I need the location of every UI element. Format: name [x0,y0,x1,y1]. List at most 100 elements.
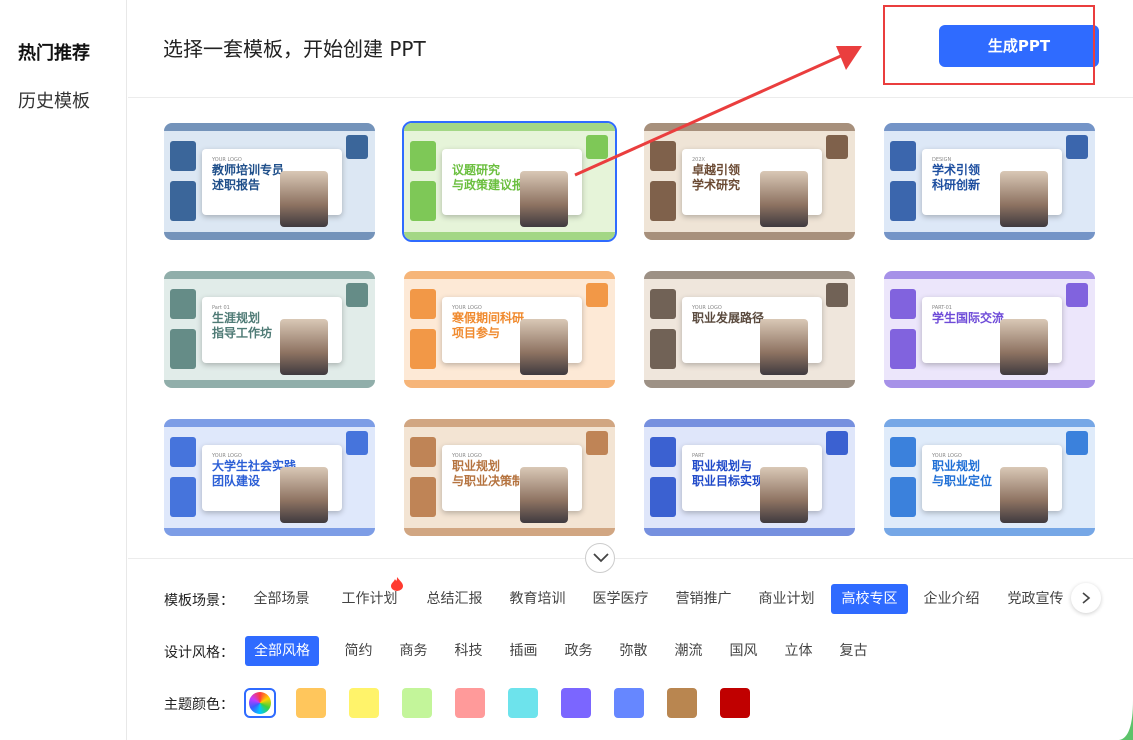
thumbnail-stripe [884,528,1095,536]
template-card[interactable]: YOUR LOGO 教师培训专员 述职报告 [164,123,375,240]
thumbnail-block [826,283,848,307]
color-swatch[interactable] [614,688,644,718]
style-tag[interactable]: 全部风格 [245,636,319,666]
scene-tag[interactable]: 全部场景 [244,584,319,614]
template-thumbnail: YOUR LOGO 职业发展路径 [644,271,855,388]
style-tag[interactable]: 商务 [386,636,441,666]
scene-tag[interactable]: 企业介绍 [914,584,989,614]
template-card[interactable]: YOUR LOGO 职业规划 与职业定位 [884,419,1095,536]
scene-filter-label: 模板场景： [164,593,234,609]
thumbnail-title-panel: YOUR LOGO 职业规划 与职业决策制定 [442,445,582,523]
scene-tag[interactable]: 教育培训 [500,584,575,614]
scene-tag[interactable]: 商业计划 [749,584,824,614]
thumbnail-stripe [404,380,615,388]
thumbnail-block [890,289,916,319]
color-swatch[interactable] [349,688,379,718]
color-swatch[interactable] [508,688,538,718]
thumbnail-stripe [404,232,615,240]
color-swatch[interactable] [561,688,591,718]
style-tag[interactable]: 国风 [716,636,771,666]
style-tag[interactable]: 插画 [496,636,551,666]
template-thumbnail: YOUR LOGO 教师培训专员 述职报告 [164,123,375,240]
color-filter-row: 主题颜色： [164,688,1133,718]
scene-tag[interactable]: 医学医疗 [583,584,658,614]
thumbnail-title-panel: YOUR LOGO 职业规划 与职业定位 [922,445,1062,523]
thumbnail-block [586,283,608,307]
thumbnail-title-panel: 202X 卓越引领 学术研究 [682,149,822,227]
style-tag[interactable]: 科技 [441,636,496,666]
thumbnail-block [826,135,848,159]
thumbnail-block [410,141,436,171]
thumbnail-block [650,141,676,171]
thumbnail-block [170,477,196,517]
thumbnail-stripe [404,271,615,279]
template-card[interactable]: YOUR LOGO 职业规划 与职业决策制定 [404,419,615,536]
style-tag[interactable]: 简约 [331,636,386,666]
scene-next-button[interactable] [1071,583,1101,613]
template-card[interactable]: 议题研究 与政策建议报告 [402,121,617,242]
template-card[interactable]: DESIGN 学术引领 科研创新 [884,123,1095,240]
color-swatch-all[interactable] [244,688,276,718]
style-tag[interactable]: 复古 [826,636,881,666]
thumbnail-photo [760,467,808,523]
thumbnail-block [650,181,676,221]
scene-tag[interactable]: 高校专区 [831,584,908,614]
thumbnail-title-panel: DESIGN 学术引领 科研创新 [922,149,1062,227]
thumbnail-photo [520,171,568,227]
thumbnail-stripe [164,123,375,131]
template-card[interactable]: PART 职业规划与 职业目标实现 [644,419,855,536]
style-tag[interactable]: 立体 [771,636,826,666]
template-card[interactable]: 202X 卓越引领 学术研究 [644,123,855,240]
thumbnail-photo [520,319,568,375]
thumbnail-block [410,289,436,319]
color-swatch[interactable] [667,688,697,718]
scene-tag[interactable]: 党政宣传 [998,584,1073,614]
template-card[interactable]: YOUR LOGO 职业发展路径 [644,271,855,388]
color-swatch[interactable] [296,688,326,718]
thumbnail-stripe [164,271,375,279]
color-swatch[interactable] [402,688,432,718]
thumbnail-photo [280,467,328,523]
thumbnail-stripe [644,380,855,388]
thumbnail-stripe [164,380,375,388]
thumbnail-stripe [164,419,375,427]
thumbnail-title-panel: YOUR LOGO 寒假期间科研 项目参与 [442,297,582,375]
thumbnail-block [410,477,436,517]
thumbnail-stripe [884,232,1095,240]
generate-ppt-button[interactable]: 生成PPT [939,25,1099,67]
color-filter-label: 主题颜色： [164,697,234,713]
template-thumbnail: PART 职业规划与 职业目标实现 [644,419,855,536]
template-card[interactable]: PART-01 学生国际交流 [884,271,1095,388]
scene-tag[interactable]: 营销推广 [666,584,741,614]
collapse-toggle[interactable] [585,543,615,573]
color-swatch[interactable] [455,688,485,718]
thumbnail-block [170,329,196,369]
thumbnail-title: 职业发展路径 [692,311,765,325]
template-card[interactable]: YOUR LOGO 寒假期间科研 项目参与 [404,271,615,388]
sidebar-item-hot[interactable]: 热门推荐 [18,39,90,65]
style-tag[interactable]: 政务 [551,636,606,666]
style-tag[interactable]: 潮流 [661,636,716,666]
style-tag[interactable]: 弥散 [606,636,661,666]
template-thumbnail: YOUR LOGO 寒假期间科研 项目参与 [404,271,615,388]
thumbnail-stripe [884,380,1095,388]
thumbnail-block [1066,431,1088,455]
template-card[interactable]: Part 01 生涯规划 指导工作坊 [164,271,375,388]
style-filter-row: 设计风格： 全部风格 简约 商务 科技 插画 政务 弥散 潮流 国风 立体 复古 [164,636,1133,666]
color-wheel-icon [249,692,271,714]
scene-tag[interactable]: 总结汇报 [417,584,492,614]
thumbnail-block [346,431,368,455]
color-swatch[interactable] [720,688,750,718]
thumbnail-stripe [884,419,1095,427]
thumbnail-title-panel: Part 01 生涯规划 指导工作坊 [202,297,342,375]
thumbnail-stripe [644,123,855,131]
thumbnail-block [650,329,676,369]
sidebar-item-history[interactable]: 历史模板 [18,87,90,113]
thumbnail-block [170,181,196,221]
thumbnail-block [170,141,196,171]
template-thumbnail: 202X 卓越引领 学术研究 [644,123,855,240]
template-card[interactable]: YOUR LOGO 大学生社会实践 团队建设 [164,419,375,536]
thumbnail-photo [760,171,808,227]
thumbnail-stripe [644,271,855,279]
template-thumbnail: YOUR LOGO 大学生社会实践 团队建设 [164,419,375,536]
